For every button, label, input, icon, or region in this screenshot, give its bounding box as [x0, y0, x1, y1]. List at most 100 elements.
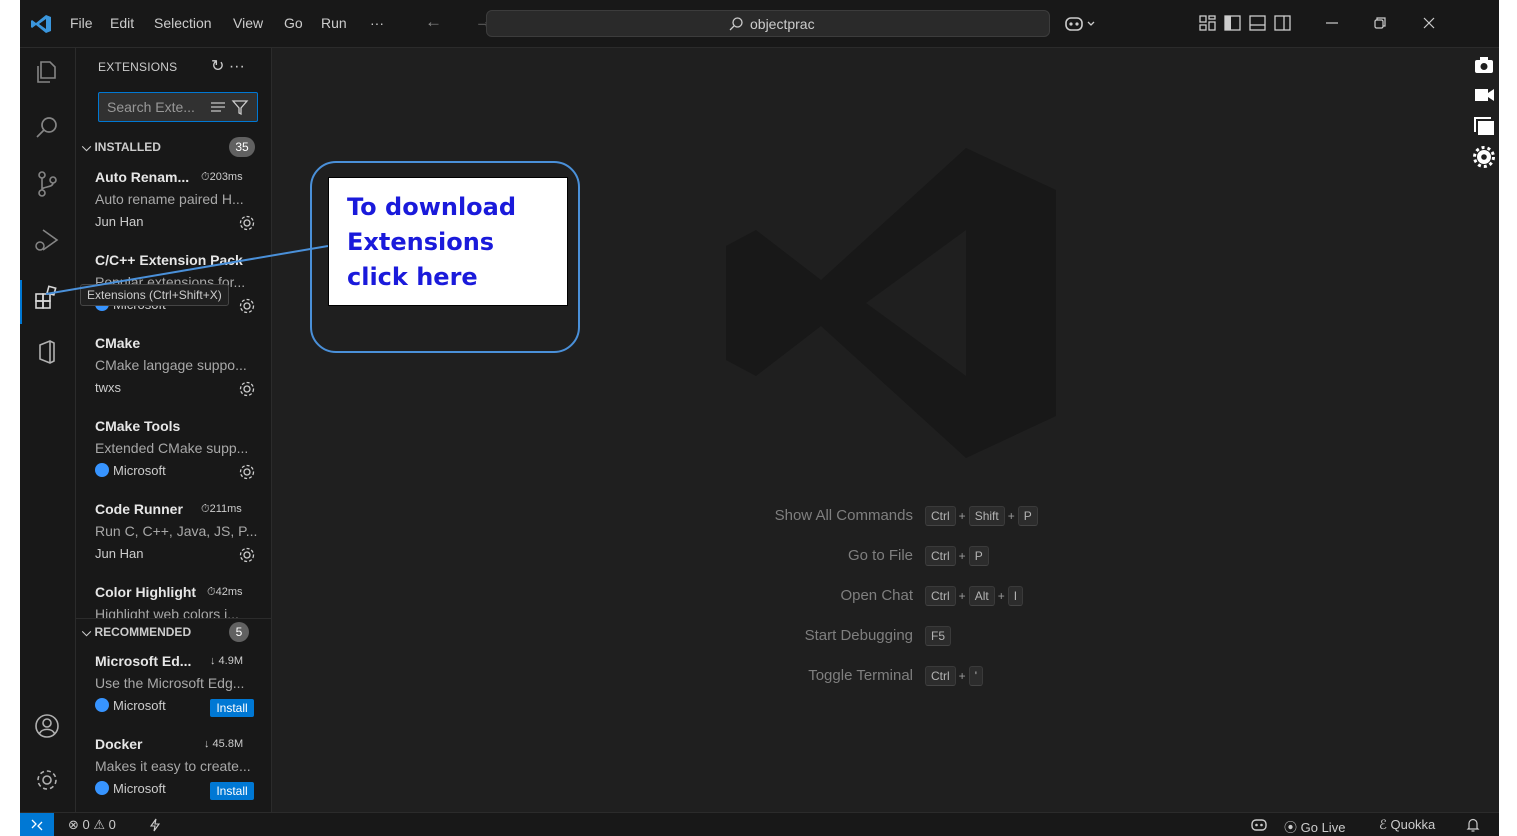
extension-download-count: ↓ 45.8M: [204, 738, 244, 750]
extension-description: CMake langage suppo...: [95, 357, 247, 373]
recommended-count-badge: 5: [229, 622, 249, 642]
office-icon[interactable]: [33, 338, 61, 366]
notifications-bell-icon[interactable]: [1466, 817, 1480, 833]
extension-publisher: Microsoft: [95, 781, 166, 796]
key-cap: I: [1007, 586, 1024, 606]
recommended-section-header[interactable]: ⌵ RECOMMENDED 5: [76, 618, 271, 644]
manage-gear-icon[interactable]: [33, 766, 61, 794]
install-button[interactable]: Install: [210, 699, 254, 717]
extension-activation-time: ⏱211ms: [201, 503, 242, 515]
keybinding: Ctrl + Shift + P: [925, 506, 1040, 526]
extension-activation-time: ⏱42ms: [207, 586, 243, 598]
remote-indicator[interactable]: [20, 813, 54, 836]
extension-download-count: ↓ 4.9M: [210, 655, 244, 667]
key-cap: Ctrl: [925, 666, 956, 686]
publisher-name: Microsoft: [113, 781, 166, 796]
callout-text: To download Extensions click here: [347, 193, 517, 291]
quokka-button[interactable]: ℰ Quokka: [1379, 817, 1435, 833]
extension-name: Color Highlight: [95, 584, 197, 600]
keybinding: Ctrl + ': [925, 666, 985, 686]
key-cap: Alt: [968, 586, 995, 606]
toggle-secondary-sidebar-icon[interactable]: [1273, 14, 1293, 32]
extension-publisher: twxs: [95, 380, 121, 395]
extension-item[interactable]: Microsoft Ed... ↓ 4.9M Use the Microsoft…: [76, 653, 271, 736]
extension-publisher: Jun Han: [95, 546, 144, 561]
extension-item[interactable]: Code Runner ⏱211ms Run C, C++, Java, JS,…: [76, 501, 271, 584]
extension-item[interactable]: CMake CMake langage suppo... twxs: [76, 335, 271, 418]
status-bar: ⊗ 0 ⚠ 0 ⦿ Go Live ℰ Quokka: [20, 812, 1499, 836]
verified-publisher-icon: [95, 698, 109, 712]
recommended-label: RECOMMENDED: [94, 625, 192, 639]
recommended-header-label: ⌵ RECOMMENDED: [82, 625, 192, 639]
go-live-label: Go Live: [1300, 820, 1346, 835]
extension-publisher: Microsoft: [95, 698, 166, 713]
restore-icon[interactable]: [1371, 14, 1389, 32]
extension-item[interactable]: Docker ↓ 45.8M Makes it easy to create..…: [76, 736, 271, 812]
key-separator: +: [1007, 509, 1015, 523]
problems-count[interactable]: ⊗ 0 ⚠ 0: [68, 817, 116, 833]
key-cap: F5: [925, 626, 952, 646]
broadcast-icon: ⦿: [1284, 820, 1301, 835]
search-icon: [729, 17, 743, 31]
video-camera-icon[interactable]: [1472, 84, 1496, 106]
verified-publisher-icon: [95, 463, 109, 477]
vscode-window: File Edit Selection View Go Run ··· ← → …: [20, 0, 1499, 836]
key-separator: +: [958, 509, 966, 523]
keybinding: Ctrl + P: [925, 546, 991, 566]
key-separator: +: [997, 589, 1005, 603]
copilot-status-icon[interactable]: [1250, 817, 1268, 833]
extension-name: CMake: [95, 335, 141, 351]
extension-description: Run C, C++, Java, JS, P...: [95, 523, 258, 539]
command-center-search[interactable]: objectprac: [486, 10, 1050, 37]
vscode-watermark-logo: [726, 148, 1056, 458]
key-separator: +: [958, 669, 966, 683]
gear-icon[interactable]: [238, 463, 256, 481]
key-separator: +: [958, 589, 966, 603]
gear-icon[interactable]: [238, 380, 256, 398]
extension-name: Docker: [95, 736, 143, 752]
settings-gear-icon[interactable]: [1472, 146, 1496, 168]
verified-publisher-icon: [95, 781, 109, 795]
gear-icon[interactable]: [238, 546, 256, 564]
minimize-icon[interactable]: [1323, 14, 1341, 32]
publisher-name: Microsoft: [113, 463, 166, 478]
close-icon[interactable]: [1420, 14, 1438, 32]
go-live-button[interactable]: ⦿ Go Live: [1284, 817, 1345, 836]
key-cap: Shift: [968, 506, 1005, 526]
toggle-primary-sidebar-icon[interactable]: [1223, 14, 1243, 32]
extension-description: Extended CMake supp...: [95, 440, 249, 456]
install-button[interactable]: Install: [210, 782, 254, 800]
key-cap: Ctrl: [925, 506, 956, 526]
camera-icon[interactable]: [1472, 54, 1496, 76]
toggle-panel-icon[interactable]: [1248, 14, 1268, 32]
extension-name: CMake Tools: [95, 418, 181, 434]
keybinding: F5: [925, 626, 953, 646]
key-cap: P: [968, 546, 989, 566]
command-label: Go to File: [847, 547, 913, 564]
publisher-name: Microsoft: [113, 698, 166, 713]
extension-name: Microsoft Ed...: [95, 653, 192, 669]
account-icon[interactable]: [33, 712, 61, 740]
remote-icon: [31, 819, 43, 831]
copilot-icon[interactable]: [1064, 14, 1098, 34]
extension-name: Code Runner: [95, 501, 183, 517]
extension-publisher: Microsoft: [95, 463, 166, 478]
command-label: Open Chat: [840, 587, 913, 604]
window-capture-icon[interactable]: [1472, 115, 1496, 137]
key-cap: Ctrl: [925, 586, 956, 606]
command-label: Show All Commands: [774, 507, 913, 524]
command-label: Start Debugging: [804, 627, 913, 644]
lightning-icon[interactable]: [148, 818, 162, 832]
callout-pointer-line: [45, 245, 329, 295]
extension-item[interactable]: CMake Tools Extended CMake supp... Micro…: [76, 418, 271, 501]
key-cap: P: [1017, 506, 1038, 526]
quokka-icon: ℰ: [1379, 817, 1391, 832]
key-cap: ': [968, 666, 983, 686]
quokka-label: Quokka: [1390, 817, 1436, 832]
command-label: Toggle Terminal: [808, 667, 913, 684]
keybinding: Ctrl + Alt + I: [925, 586, 1025, 606]
key-separator: +: [958, 549, 966, 563]
extension-description: Use the Microsoft Edg...: [95, 675, 245, 691]
extension-description: Makes it easy to create...: [95, 758, 251, 774]
customize-layout-icon[interactable]: [1198, 14, 1218, 32]
